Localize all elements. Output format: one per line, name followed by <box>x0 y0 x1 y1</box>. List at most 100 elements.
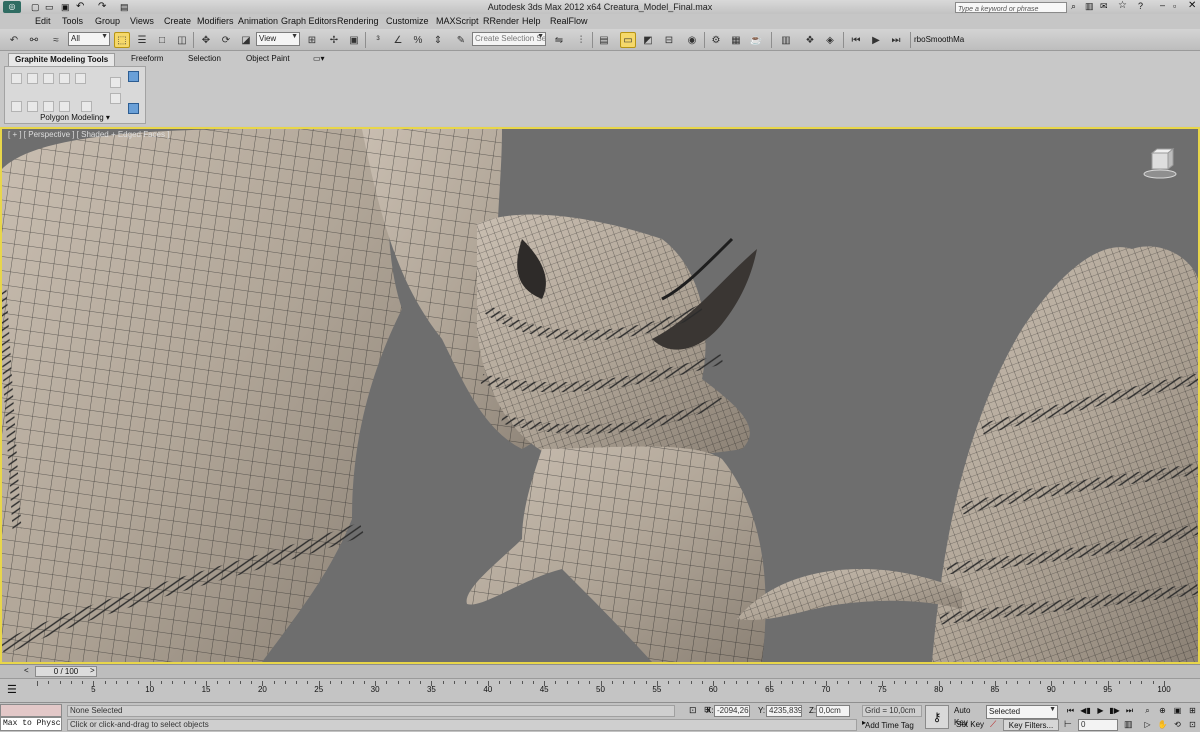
rotate-icon[interactable]: ⟳ <box>218 32 234 48</box>
help-icon[interactable]: ? <box>1138 1 1143 11</box>
select-object-icon[interactable]: ⬚ <box>114 32 130 48</box>
previous-key-icon[interactable]: ⏮ <box>848 32 864 48</box>
x-coordinate-field[interactable]: -2094,263c <box>714 705 750 717</box>
percent-snap-icon[interactable]: % <box>410 32 426 48</box>
select-and-manipulate-icon[interactable]: ✢ <box>326 32 342 48</box>
tab-selection[interactable]: Selection <box>182 53 227 65</box>
current-frame-field[interactable]: 0 <box>1078 719 1118 731</box>
previous-modifier-icon[interactable] <box>110 77 121 88</box>
mirror-icon[interactable]: ⇋ <box>551 32 567 48</box>
previous-frame-icon[interactable]: ◀▮ <box>1079 705 1092 717</box>
menu-group[interactable]: Group <box>95 16 120 26</box>
menu-edit[interactable]: Edit <box>35 16 51 26</box>
ribbon-minimize-icon[interactable]: ▭▾ <box>313 54 325 63</box>
undo-toolbar-icon[interactable]: ↶ <box>6 32 22 48</box>
communication-center-icon[interactable]: ✉ <box>1100 1 1108 12</box>
play-animation-icon[interactable]: ▶ <box>1094 705 1107 717</box>
time-configuration-icon[interactable]: ▥ <box>1124 719 1133 730</box>
orbit-icon[interactable]: ⟲ <box>1171 719 1184 731</box>
realflow-export-icon[interactable]: ▥ <box>778 32 794 48</box>
material-editor-icon[interactable]: ◉ <box>684 32 700 48</box>
edit-named-selection-icon[interactable]: ✎ <box>453 32 469 48</box>
viewport-label[interactable]: [ + ] [ Perspective ] [ Shaded + Edged F… <box>8 130 169 139</box>
bind-to-space-warp-icon[interactable]: ≈ <box>48 32 64 48</box>
window-crossing-icon[interactable]: ◫ <box>174 32 190 48</box>
realflow-scene-icon[interactable]: ❖ <box>802 32 818 48</box>
angle-snap-icon[interactable]: ∠ <box>390 32 406 48</box>
realflow-render-icon[interactable]: ◈ <box>822 32 838 48</box>
ribbon-panel-title[interactable]: Polygon Modeling ▾ <box>5 113 145 122</box>
keyboard-shortcut-override-icon[interactable]: ▣ <box>346 32 362 48</box>
show-cage-icon[interactable] <box>81 101 92 112</box>
use-stack-icon[interactable] <box>128 71 139 82</box>
zoom-extents-all-icon[interactable]: ⊞ <box>1186 705 1199 717</box>
field-of-view-icon[interactable]: ▷ <box>1141 719 1154 731</box>
menu-tools[interactable]: Tools <box>62 16 83 26</box>
close-icon[interactable]: ✕ <box>1188 0 1196 11</box>
menu-rendering[interactable]: Rendering <box>337 16 379 26</box>
menu-animation[interactable]: Animation <box>238 16 278 26</box>
subscription-icon[interactable]: ▥ <box>1085 1 1094 12</box>
reference-coordinate-dropdown[interactable]: View ▼ <box>256 32 300 46</box>
edge-icon[interactable] <box>27 73 38 84</box>
menu-views[interactable]: Views <box>130 16 154 26</box>
curve-editor-mini-icon[interactable]: ☰ <box>7 683 17 696</box>
menu-rrender[interactable]: RRender <box>483 16 519 26</box>
key-filters-button[interactable]: Key Filters... <box>1003 719 1059 731</box>
maximize-viewport-icon[interactable]: ⊡ <box>1186 719 1199 731</box>
go-to-end-icon[interactable]: ⏭ <box>1123 705 1136 717</box>
spinner-snap-icon[interactable]: ⇕ <box>430 32 446 48</box>
auto-key-button[interactable]: Auto Key <box>954 705 984 727</box>
menu-create[interactable]: Create <box>164 16 191 26</box>
collapse-stack-icon[interactable] <box>43 101 54 112</box>
align-icon[interactable]: ⫶ <box>573 32 589 48</box>
time-slider[interactable]: 0 / 100 <box>35 666 97 677</box>
y-coordinate-field[interactable]: 4235,839c <box>766 705 802 717</box>
rectangular-selection-icon[interactable]: □ <box>154 32 170 48</box>
selection-filter-dropdown[interactable]: All ▼ <box>68 32 110 46</box>
help-search-input[interactable]: Type a keyword or phrase <box>955 2 1067 13</box>
pan-view-icon[interactable]: ✋ <box>1156 719 1169 731</box>
z-coordinate-field[interactable]: 0,0cm <box>816 705 850 717</box>
render-production-icon[interactable]: ☕ <box>748 32 764 48</box>
maxscript-mini-listener[interactable]: Max to Physc <box>0 717 62 731</box>
element-icon[interactable] <box>75 73 86 84</box>
menu-realflow[interactable]: RealFlow <box>550 16 588 26</box>
minimize-icon[interactable]: – <box>1160 0 1165 10</box>
favorites-star-icon[interactable]: ☆ <box>1118 0 1127 11</box>
next-key-icon[interactable]: ⏭ <box>888 32 904 48</box>
zoom-extents-icon[interactable]: ▣ <box>1171 705 1184 717</box>
layer-manager-icon[interactable]: ▤ <box>596 32 612 48</box>
tab-object-paint[interactable]: Object Paint <box>240 53 296 65</box>
menu-graph-editors[interactable]: Graph Editors <box>281 16 337 26</box>
time-slider-next-icon[interactable]: > <box>90 666 95 675</box>
menu-help[interactable]: Help <box>522 16 541 26</box>
maximize-icon[interactable]: ▫ <box>1173 1 1176 11</box>
schematic-view-icon[interactable]: ⊟ <box>661 32 677 48</box>
toggle-end-result-icon[interactable] <box>59 101 70 112</box>
menu-modifiers[interactable]: Modifiers <box>197 16 234 26</box>
perspective-viewport[interactable]: [ + ] [ Perspective ] [ Shaded + Edged F… <box>0 127 1200 664</box>
menu-maxscript[interactable]: MAXScript <box>436 16 479 26</box>
move-icon[interactable]: ✥ <box>198 32 214 48</box>
maxscript-mini-listener-top[interactable] <box>0 704 62 717</box>
turbosmooth-button[interactable]: rboSmoothMa <box>914 35 964 44</box>
add-time-tag-button[interactable]: Add Time Tag <box>865 721 914 730</box>
play-icon[interactable]: ▶ <box>868 32 884 48</box>
next-modifier-icon[interactable] <box>110 93 121 104</box>
tab-graphite-modeling-tools[interactable]: Graphite Modeling Tools <box>8 53 116 66</box>
lock-selection-icon[interactable]: ⊡ <box>689 705 697 716</box>
vertex-icon[interactable] <box>11 73 22 84</box>
modify-mode-icon[interactable] <box>11 101 22 112</box>
pivot-center-icon[interactable]: ⊞ <box>304 32 320 48</box>
curve-editor-icon[interactable]: ◩ <box>640 32 656 48</box>
preserve-uvs-icon[interactable] <box>27 101 38 112</box>
snaps-toggle-icon[interactable]: ³ <box>370 32 386 48</box>
border-icon[interactable] <box>43 73 54 84</box>
render-setup-icon[interactable]: ⚙ <box>708 32 724 48</box>
rendered-frame-window-icon[interactable]: ▦ <box>728 32 744 48</box>
time-slider-prev-icon[interactable]: < <box>24 666 29 675</box>
key-mode-dropdown[interactable]: Selected ▼ <box>986 705 1058 719</box>
set-key-mode-button[interactable]: ⚷ <box>925 705 949 729</box>
polygon-icon[interactable] <box>59 73 70 84</box>
